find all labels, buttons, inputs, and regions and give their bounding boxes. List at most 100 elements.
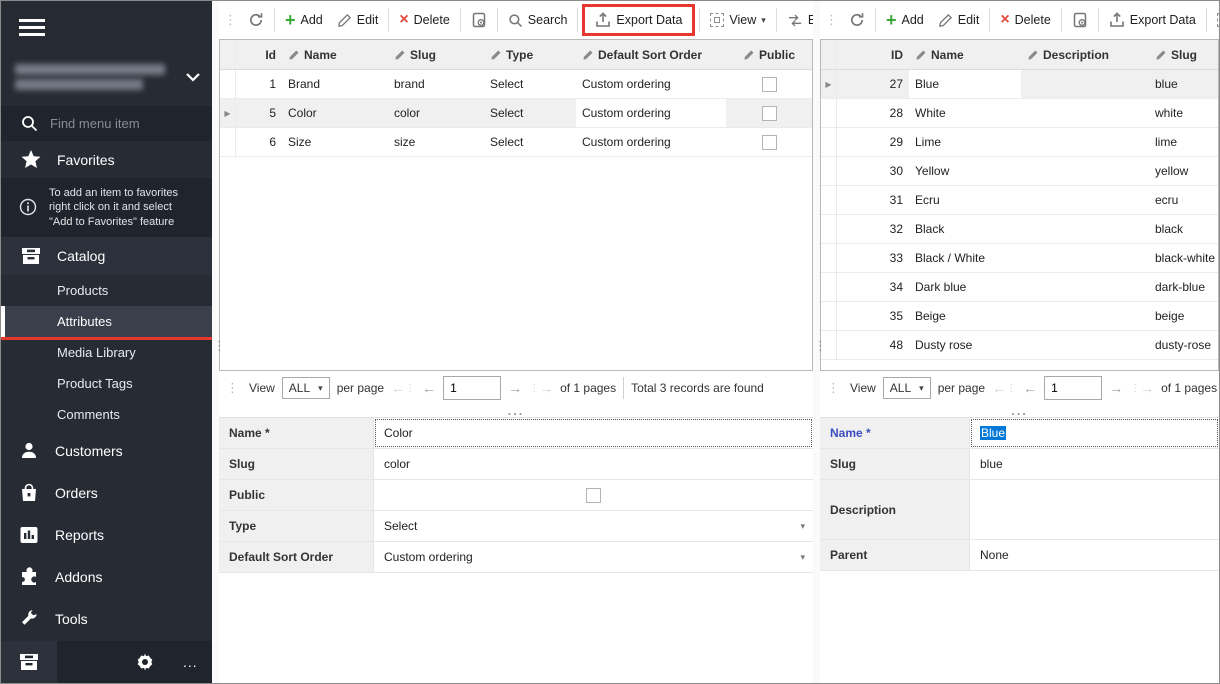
hamburger-menu-icon[interactable] — [1, 1, 212, 50]
chevron-down-icon — [186, 72, 200, 82]
favorites-hint: To add an item to favorites right click … — [1, 178, 212, 237]
edit-button[interactable]: Edit — [932, 9, 986, 32]
page-number-input[interactable] — [1044, 376, 1102, 400]
view-dropdown-button[interactable]: View ▾ — [704, 9, 771, 31]
name-field[interactable]: Blue — [970, 418, 1219, 448]
column-header-slug[interactable]: Slug — [388, 48, 484, 62]
prev-page-button[interactable]: ← — [1023, 380, 1037, 396]
sidebar-splitter[interactable]: ⋮ — [212, 1, 219, 683]
sidebar-item-customers[interactable]: Customers — [1, 430, 212, 472]
cell-name-focused[interactable]: Blue — [909, 70, 1021, 98]
sort-select-field[interactable]: Custom ordering ▾ — [374, 542, 813, 572]
column-header-sort[interactable]: Default Sort Order — [576, 48, 726, 62]
table-row[interactable]: 34 Dark blue dark-blue — [821, 273, 1218, 302]
sidebar-item-attributes[interactable]: Attributes — [1, 306, 212, 337]
type-select-field[interactable]: Select ▾ — [374, 511, 813, 541]
column-header-type[interactable]: Type — [484, 48, 576, 62]
refresh-button[interactable] — [843, 8, 871, 32]
first-page-button[interactable]: ←⋮ — [391, 380, 415, 396]
search-input[interactable] — [50, 116, 190, 131]
last-page-button[interactable]: ⋮→ — [529, 380, 553, 396]
page-size-select[interactable]: ALL ▾ — [883, 377, 931, 399]
sidebar-item-products[interactable]: Products — [1, 275, 212, 306]
settings-gear-button[interactable] — [135, 652, 155, 672]
table-row[interactable]: 31 Ecru ecru — [821, 186, 1218, 215]
edit-button[interactable]: Edit — [331, 9, 385, 32]
last-page-button[interactable]: ⋮→ — [1130, 380, 1154, 396]
export-data-button[interactable]: Export Data — [589, 8, 688, 32]
preview-button[interactable] — [465, 8, 493, 32]
view-dropdown-button[interactable]: View ▾ — [1211, 9, 1219, 31]
cell-sort-focused[interactable]: Custom ordering — [576, 99, 726, 127]
column-header-name[interactable]: Name — [282, 48, 388, 62]
table-row[interactable]: 33 Black / White black-white — [821, 244, 1218, 273]
name-field[interactable]: Color — [374, 418, 813, 448]
export-grid-dropdown-button[interactable]: Export Grid ▾ — [781, 9, 813, 32]
column-header-slug[interactable]: Slug — [1127, 48, 1218, 62]
values-grid: ID Name Description Slug ▶ 27 Blue — [820, 39, 1219, 371]
table-row[interactable]: 48 Dusty rose dusty-rose — [821, 331, 1218, 360]
account-selector[interactable] — [1, 50, 212, 106]
delete-button[interactable]: × Delete — [393, 9, 455, 31]
catalog-tab-button[interactable] — [1, 641, 57, 683]
prev-page-button[interactable]: ← — [422, 380, 436, 396]
refresh-button[interactable] — [242, 8, 270, 32]
column-header-public[interactable]: Public — [726, 48, 812, 62]
next-page-button[interactable]: → — [1109, 380, 1123, 396]
sidebar-item-tools[interactable]: Tools — [1, 598, 212, 640]
sidebar-section-catalog[interactable]: Catalog — [1, 237, 212, 275]
sidebar-item-product-tags[interactable]: Product Tags — [1, 368, 212, 399]
form-splitter[interactable]: ... — [820, 405, 1219, 417]
public-checkbox[interactable] — [762, 106, 777, 121]
bar-chart-icon — [19, 525, 39, 545]
column-header-description[interactable]: Description — [1021, 48, 1127, 62]
sidebar-item-addons[interactable]: Addons — [1, 556, 212, 598]
table-row[interactable]: 29 Lime lime — [821, 128, 1218, 157]
row-indicator — [821, 215, 837, 243]
delete-button[interactable]: × Delete — [994, 9, 1056, 31]
attribute-values-panel: ⋮ + Add Edit × Delete — [820, 1, 1219, 683]
sidebar-item-comments[interactable]: Comments — [1, 399, 212, 430]
table-row[interactable]: 6 Size size Select Custom ordering — [220, 128, 812, 157]
table-row-selected[interactable]: ▶ 27 Blue blue — [821, 70, 1218, 99]
public-checkbox[interactable] — [586, 488, 601, 503]
export-data-label: Export Data — [1130, 13, 1196, 27]
pages-count-label: of 1 pages — [1161, 381, 1217, 395]
add-button[interactable]: + Add — [880, 9, 930, 31]
table-row[interactable]: 35 Beige beige — [821, 302, 1218, 331]
table-row[interactable]: 30 Yellow yellow — [821, 157, 1218, 186]
slug-field[interactable]: color — [374, 449, 813, 479]
toolbar-separator — [1206, 8, 1207, 32]
search-icon — [21, 115, 38, 132]
table-row-selected[interactable]: ▶ 5 Color color Select Custom ordering — [220, 99, 812, 128]
column-header-id[interactable]: ID — [837, 48, 909, 62]
more-options-button[interactable]: ... — [183, 654, 198, 670]
next-page-button[interactable]: → — [508, 380, 522, 396]
parent-field[interactable]: None — [970, 540, 1219, 570]
public-checkbox[interactable] — [762, 77, 777, 92]
column-header-id[interactable]: Id — [236, 48, 282, 62]
slug-field[interactable]: blue — [970, 449, 1219, 479]
form-splitter[interactable]: ... — [219, 405, 813, 417]
row-indicator-gutter — [220, 40, 236, 69]
table-row[interactable]: 28 White white — [821, 99, 1218, 128]
field-label-slug: Slug — [820, 449, 970, 479]
search-button[interactable]: Search — [502, 9, 574, 32]
toolbar-grip-icon: ⋮ — [822, 12, 841, 28]
public-checkbox[interactable] — [762, 135, 777, 150]
table-row[interactable]: 32 Black black — [821, 215, 1218, 244]
description-field[interactable] — [970, 480, 1219, 539]
preview-button[interactable] — [1066, 8, 1094, 32]
add-button[interactable]: + Add — [279, 9, 329, 31]
sidebar-item-media-library[interactable]: Media Library — [1, 337, 212, 368]
panel-splitter[interactable]: ⋮ — [813, 1, 820, 683]
sidebar-item-favorites[interactable]: Favorites — [1, 141, 212, 178]
sidebar-item-reports[interactable]: Reports — [1, 514, 212, 556]
column-header-name[interactable]: Name — [909, 48, 1021, 62]
first-page-button[interactable]: ←⋮ — [992, 380, 1016, 396]
sidebar-item-orders[interactable]: Orders — [1, 472, 212, 514]
export-data-button[interactable]: Export Data — [1103, 8, 1202, 32]
page-number-input[interactable] — [443, 376, 501, 400]
page-size-select[interactable]: ALL ▾ — [282, 377, 330, 399]
table-row[interactable]: 1 Brand brand Select Custom ordering — [220, 70, 812, 99]
